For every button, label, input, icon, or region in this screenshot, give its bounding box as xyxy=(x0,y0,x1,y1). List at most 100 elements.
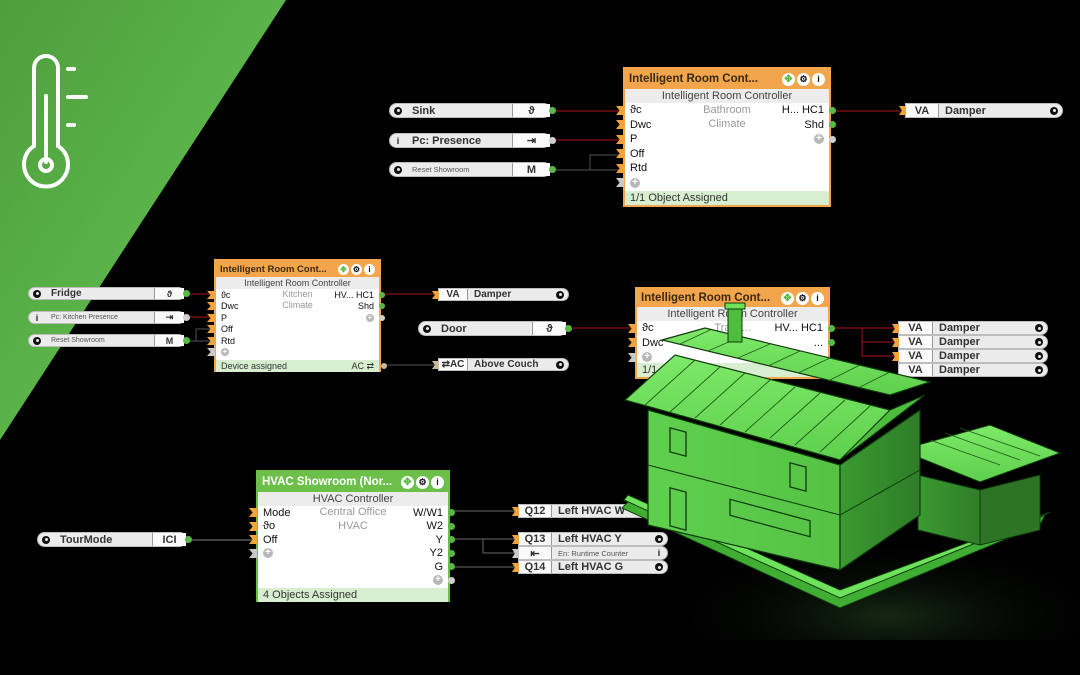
output-row[interactable]: W2 xyxy=(413,520,444,534)
input-block-tag: ϑ xyxy=(512,104,550,117)
node-title: Intelligent Room Cont... xyxy=(220,263,327,275)
move-icon[interactable]: ✥ xyxy=(338,263,349,275)
output-block-tag: Q12 xyxy=(519,505,552,517)
gear-icon[interactable] xyxy=(390,104,406,117)
output-block-tag: Q13 xyxy=(519,533,552,545)
output-row[interactable]: Y2 xyxy=(413,547,443,561)
input-row[interactable]: Rtd xyxy=(207,335,379,347)
input-block-name: Reset Showroom xyxy=(51,337,105,344)
gear-icon[interactable] xyxy=(29,335,45,346)
output-block-tag: ⇄AC xyxy=(439,359,468,370)
input-block-sink[interactable]: Sink ϑ xyxy=(389,103,556,118)
gear-icon[interactable] xyxy=(29,288,45,299)
output-port[interactable] xyxy=(183,337,190,344)
output-block-tag: VA xyxy=(439,289,468,300)
output-row[interactable]: G xyxy=(413,560,443,574)
input-block-tag: ϑ xyxy=(154,288,184,299)
output-port[interactable] xyxy=(183,314,190,321)
input-block-tag: ⇥ xyxy=(512,134,550,147)
info-icon[interactable]: i xyxy=(812,72,825,86)
controller-node-hvac[interactable]: HVAC Showroom (Nor... ✥ ⚙ i HVAC Control… xyxy=(249,470,455,602)
node-footer: 4 Objects Assigned xyxy=(258,588,448,602)
input-block-tag: ICI xyxy=(152,533,186,546)
input-block-tag: ⇥ xyxy=(154,312,184,323)
input-block-name: Pc: Presence xyxy=(412,134,482,147)
node-header[interactable]: Intelligent Room Cont... ✥ ⚙ i xyxy=(216,261,379,277)
input-block-tag: ϑ xyxy=(532,322,566,335)
output-block-tag: VA xyxy=(906,104,939,117)
output-row[interactable]: Shd xyxy=(782,118,824,133)
settings-icon[interactable]: ⚙ xyxy=(416,475,429,489)
thermometer-icon xyxy=(22,54,88,189)
output-port[interactable] xyxy=(185,536,192,543)
output-block-tag: Q14 xyxy=(519,561,552,573)
input-block-pc-presence[interactable]: i Pc: Presence ⇥ xyxy=(389,133,556,148)
gear-icon[interactable] xyxy=(38,533,54,546)
output-port[interactable] xyxy=(549,166,556,173)
input-row[interactable]: Off xyxy=(207,324,379,336)
add-output-button[interactable]: + xyxy=(782,132,824,147)
gear-icon[interactable] xyxy=(552,289,568,300)
move-icon[interactable]: ✥ xyxy=(401,475,414,489)
controller-node-bathroom[interactable]: Intelligent Room Cont... ✥ ⚙ i Intellige… xyxy=(616,67,836,207)
input-row[interactable]: Off xyxy=(616,147,829,162)
gear-icon[interactable] xyxy=(390,163,406,176)
node-footer: Device assigned AC ⇄ xyxy=(216,360,387,372)
output-row[interactable]: W/W1 xyxy=(413,506,443,520)
gear-icon[interactable] xyxy=(1046,104,1062,117)
output-block-damper[interactable]: VA Damper xyxy=(432,288,569,301)
output-port[interactable] xyxy=(183,290,190,297)
output-block-name: Above Couch xyxy=(474,359,539,370)
move-icon[interactable]: ✥ xyxy=(782,72,795,86)
input-block-name: Reset Showroom xyxy=(412,165,470,174)
add-output-button[interactable]: + xyxy=(334,312,374,324)
info-icon[interactable]: i xyxy=(364,263,375,275)
output-block-above-couch[interactable]: ⇄AC Above Couch xyxy=(432,358,569,371)
output-row[interactable]: HV... HC1 xyxy=(334,289,374,301)
node-footer: 1/1 Object Assigned xyxy=(625,191,829,205)
input-block-reset-showroom[interactable]: Reset Showroom M xyxy=(389,162,556,177)
add-input-button[interactable]: + xyxy=(207,347,379,359)
node-header[interactable]: Intelligent Room Cont... ✥ ⚙ i xyxy=(625,69,829,89)
output-block-tag: ⇤ xyxy=(519,547,552,560)
input-block-reset-showroom[interactable]: Reset Showroom M xyxy=(28,334,190,347)
input-block-name: Sink xyxy=(412,104,436,117)
output-row[interactable]: H... HC1 xyxy=(782,103,824,118)
input-block-pc-kitchen-presence[interactable]: i Pc: Kitchen Presence ⇥ xyxy=(28,311,190,324)
input-block-name: Door xyxy=(441,322,467,335)
info-icon[interactable]: i xyxy=(431,475,444,489)
node-type: HVAC Controller xyxy=(258,492,448,506)
input-block-name: Fridge xyxy=(51,288,82,299)
info-icon[interactable]: i xyxy=(29,312,45,323)
output-block-name: Damper xyxy=(474,289,512,300)
output-port[interactable] xyxy=(565,325,572,332)
gear-icon[interactable] xyxy=(552,359,568,370)
output-port[interactable] xyxy=(549,137,556,144)
node-title: HVAC Showroom (Nor... xyxy=(262,476,393,488)
logic-canvas: Sink ϑ i Pc: Presence ⇥ Reset Showroom M… xyxy=(0,0,1080,675)
controller-node-kitchen[interactable]: Intelligent Room Cont... ✥ ⚙ i Intellige… xyxy=(207,259,387,372)
house-illustration xyxy=(600,302,1080,640)
input-block-tag: M xyxy=(512,163,550,176)
node-type: Intelligent Room Controller xyxy=(216,277,379,289)
node-header[interactable]: HVAC Showroom (Nor... ✥ ⚙ i xyxy=(258,472,448,492)
input-block-tourmode[interactable]: TourMode ICI xyxy=(37,532,192,547)
node-type: Intelligent Room Controller xyxy=(625,89,829,103)
add-input-button[interactable]: + xyxy=(616,176,829,191)
input-row[interactable]: Rtd xyxy=(616,161,829,176)
output-port[interactable] xyxy=(549,107,556,114)
output-block-name: Damper xyxy=(945,104,986,117)
add-output-button[interactable]: + xyxy=(413,574,443,588)
output-row[interactable]: Shd xyxy=(334,301,374,313)
node-title: Intelligent Room Cont... xyxy=(629,73,759,85)
info-icon[interactable]: i xyxy=(390,134,406,147)
output-block-damper[interactable]: VA Damper xyxy=(899,103,1063,118)
output-row[interactable]: Y xyxy=(413,533,443,547)
input-block-name: Pc: Kitchen Presence xyxy=(51,314,118,321)
gear-icon[interactable] xyxy=(419,322,435,335)
input-block-door[interactable]: Door ϑ xyxy=(418,321,572,336)
input-block-fridge[interactable]: Fridge ϑ xyxy=(28,287,190,300)
input-block-name: TourMode xyxy=(60,533,113,546)
settings-icon[interactable]: ⚙ xyxy=(797,72,810,86)
settings-icon[interactable]: ⚙ xyxy=(351,263,362,275)
